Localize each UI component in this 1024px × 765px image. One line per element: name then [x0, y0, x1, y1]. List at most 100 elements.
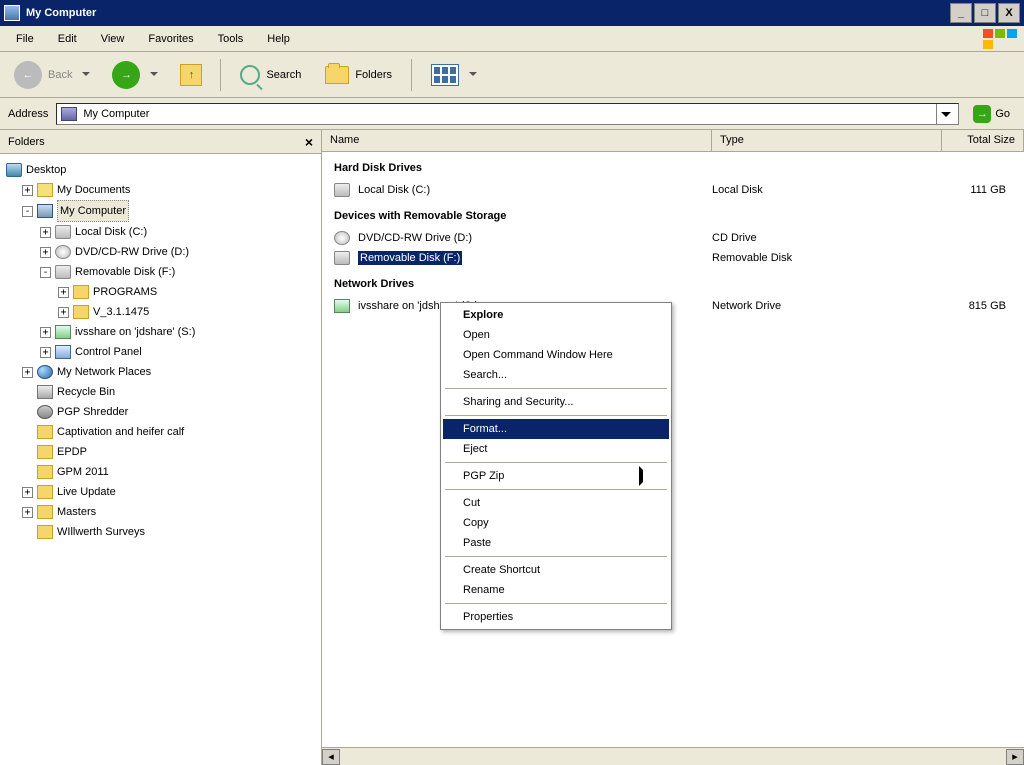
tree-network-places[interactable]: My Network Places [57, 362, 151, 382]
search-icon [240, 65, 260, 85]
tree-gpm[interactable]: GPM 2011 [57, 462, 109, 482]
folder-icon [73, 285, 89, 299]
item-dvd[interactable]: DVD/CD-RW Drive (D:) CD Drive [322, 228, 1024, 248]
maximize-button[interactable]: □ [974, 3, 996, 23]
views-button[interactable] [422, 59, 486, 91]
forward-dropdown-icon[interactable] [146, 69, 158, 81]
expander-plus[interactable]: + [40, 227, 51, 238]
toolbar: ← Back → ↑ Search Folders [0, 52, 1024, 98]
expander-plus[interactable]: + [22, 487, 33, 498]
ctx-pgp-zip[interactable]: PGP Zip [443, 466, 669, 486]
expander-plus[interactable]: + [22, 507, 33, 518]
cd-drive-icon [334, 231, 350, 245]
expander-minus[interactable]: - [22, 206, 33, 217]
desktop-icon [6, 163, 22, 177]
tree-control-panel[interactable]: Control Panel [75, 342, 142, 362]
ctx-copy[interactable]: Copy [443, 513, 669, 533]
go-arrow-icon: → [973, 105, 991, 123]
column-type[interactable]: Type [712, 130, 942, 151]
up-button[interactable]: ↑ [172, 60, 210, 90]
group-network-drives: Network Drives [322, 268, 1024, 296]
tree-captivation[interactable]: Captivation and heifer calf [57, 422, 184, 442]
scroll-track[interactable] [340, 749, 1006, 765]
address-label: Address [8, 108, 48, 120]
back-dropdown-icon[interactable] [78, 69, 90, 81]
expander-plus[interactable]: + [40, 327, 51, 338]
ctx-eject[interactable]: Eject [443, 439, 669, 459]
address-dropdown-icon[interactable] [936, 104, 954, 124]
address-my-computer-icon [61, 107, 77, 121]
minimize-button[interactable]: _ [950, 3, 972, 23]
address-field[interactable]: My Computer [56, 103, 959, 125]
toolbar-separator-2 [411, 59, 412, 91]
expander-plus[interactable]: + [22, 367, 33, 378]
tree-local-c[interactable]: Local Disk (C:) [75, 222, 147, 242]
expander-plus[interactable]: + [40, 347, 51, 358]
item-ivsshare[interactable]: ivsshare on 'jdshare' (S:) Network Drive… [322, 296, 1024, 316]
scroll-right-button[interactable]: ▸ [1006, 749, 1024, 765]
tree-removable-f[interactable]: Removable Disk (F:) [75, 262, 175, 282]
folder-icon [37, 525, 53, 539]
menu-edit[interactable]: Edit [48, 30, 87, 48]
ctx-create-shortcut[interactable]: Create Shortcut [443, 560, 669, 580]
tree-ivsshare[interactable]: ivsshare on 'jdshare' (S:) [75, 322, 195, 342]
tree-v31[interactable]: V_3.1.1475 [93, 302, 149, 322]
ctx-open[interactable]: Open [443, 325, 669, 345]
ctx-search[interactable]: Search... [443, 365, 669, 385]
column-size[interactable]: Total Size [942, 130, 1024, 151]
ctx-explore[interactable]: Explore [443, 305, 669, 325]
ctx-properties[interactable]: Properties [443, 607, 669, 627]
menu-view[interactable]: View [91, 30, 135, 48]
expander-plus[interactable]: + [58, 287, 69, 298]
expander-minus[interactable]: - [40, 267, 51, 278]
tree-programs[interactable]: PROGRAMS [93, 282, 157, 302]
ctx-separator [445, 556, 667, 557]
menu-tools[interactable]: Tools [208, 30, 254, 48]
views-icon [431, 64, 459, 86]
menu-help[interactable]: Help [257, 30, 300, 48]
my-computer-tree-icon [37, 204, 53, 218]
folders-pane-close-icon[interactable]: × [305, 134, 313, 150]
tree-epdp[interactable]: EPDP [57, 442, 87, 462]
tree-my-documents[interactable]: My Documents [57, 180, 130, 200]
tree-live-update[interactable]: Live Update [57, 482, 116, 502]
close-button[interactable]: X [998, 3, 1020, 23]
pgp-shredder-icon [37, 405, 53, 419]
ctx-cut[interactable]: Cut [443, 493, 669, 513]
item-local-c[interactable]: Local Disk (C:) Local Disk 111 GB [322, 180, 1024, 200]
tree-willwerth[interactable]: WIllwerth Surveys [57, 522, 145, 542]
forward-button[interactable]: → [104, 57, 166, 93]
removable-disk-icon [55, 265, 71, 279]
tree-desktop[interactable]: Desktop [26, 160, 66, 180]
tree-pgp-shredder[interactable]: PGP Shredder [57, 402, 128, 422]
folder-tree[interactable]: Desktop + My Documents - My Computer + Loca… [0, 154, 321, 765]
expander-plus[interactable]: + [40, 247, 51, 258]
ctx-rename[interactable]: Rename [443, 580, 669, 600]
ctx-paste[interactable]: Paste [443, 533, 669, 553]
menu-file[interactable]: File [6, 30, 44, 48]
tree-masters[interactable]: Masters [57, 502, 96, 522]
menubar: File Edit View Favorites Tools Help [0, 26, 1024, 52]
expander-plus[interactable]: + [58, 307, 69, 318]
horizontal-scrollbar[interactable]: ◂ ▸ [322, 747, 1024, 765]
views-dropdown-icon[interactable] [465, 69, 477, 81]
list-body[interactable]: Hard Disk Drives Local Disk (C:) Local D… [322, 152, 1024, 747]
folder-icon [37, 465, 53, 479]
up-folder-icon: ↑ [180, 64, 202, 86]
scroll-left-button[interactable]: ◂ [322, 749, 340, 765]
item-removable-f[interactable]: Removable Disk (F:) Removable Disk [322, 248, 1024, 268]
folders-button[interactable]: Folders [316, 61, 401, 89]
ctx-format[interactable]: Format... [443, 419, 669, 439]
column-name[interactable]: Name [322, 130, 712, 151]
tree-my-computer[interactable]: My Computer [57, 200, 129, 222]
ctx-open-cmd[interactable]: Open Command Window Here [443, 345, 669, 365]
go-button[interactable]: → Go [967, 103, 1016, 125]
expander-plus[interactable]: + [22, 185, 33, 196]
removable-disk-icon [334, 251, 350, 265]
menu-favorites[interactable]: Favorites [138, 30, 203, 48]
control-panel-icon [55, 345, 71, 359]
search-button[interactable]: Search [231, 60, 310, 90]
ctx-sharing[interactable]: Sharing and Security... [443, 392, 669, 412]
tree-recycle-bin[interactable]: Recycle Bin [57, 382, 115, 402]
tree-dvd[interactable]: DVD/CD-RW Drive (D:) [75, 242, 189, 262]
